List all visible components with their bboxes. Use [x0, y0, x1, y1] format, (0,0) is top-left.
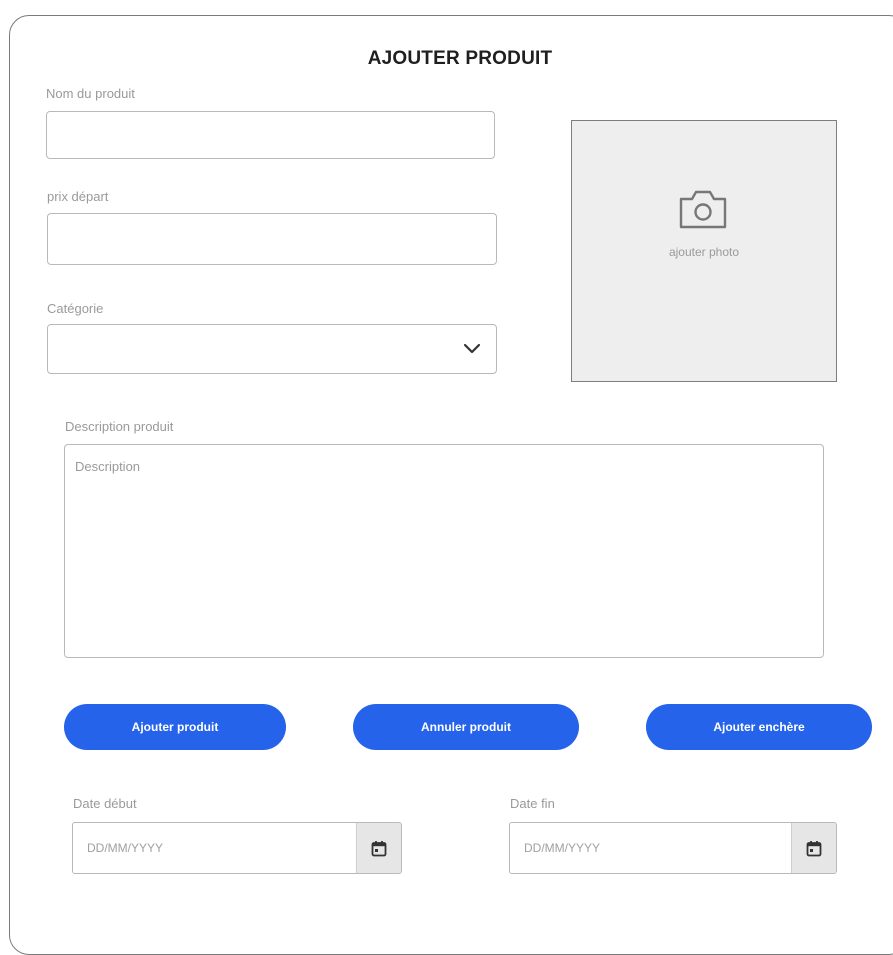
start-price-label: prix départ	[47, 189, 109, 204]
add-product-button[interactable]: Ajouter produit	[64, 704, 286, 750]
calendar-icon	[371, 840, 387, 856]
category-label: Catégorie	[47, 301, 104, 316]
end-date-label: Date fin	[510, 796, 555, 811]
add-auction-button[interactable]: Ajouter enchère	[646, 704, 872, 750]
product-name-label: Nom du produit	[46, 86, 135, 101]
start-date-placeholder: DD/MM/YYYY	[87, 841, 164, 855]
cancel-product-button[interactable]: Annuler produit	[353, 704, 579, 750]
description-placeholder: Description	[75, 459, 141, 474]
start-date-label: Date début	[73, 796, 137, 811]
product-name-input[interactable]	[46, 111, 495, 159]
category-select[interactable]	[47, 324, 497, 374]
start-price-input[interactable]	[47, 213, 497, 265]
end-date-placeholder: DD/MM/YYYY	[524, 841, 601, 855]
end-date-calendar-button[interactable]	[791, 823, 836, 873]
chevron-down-icon	[463, 343, 481, 354]
page-title: AJOUTER PRODUIT	[367, 48, 553, 69]
end-date-input[interactable]: DD/MM/YYYY	[509, 822, 837, 874]
add-photo-area[interactable]: ajouter photo	[571, 120, 837, 382]
calendar-icon	[806, 840, 822, 856]
description-label: Description produit	[65, 419, 174, 434]
start-date-calendar-button[interactable]	[356, 823, 401, 873]
description-textarea[interactable]: Description	[64, 444, 824, 658]
start-date-input[interactable]: DD/MM/YYYY	[72, 822, 402, 874]
add-photo-label: ajouter photo	[668, 245, 740, 259]
camera-icon	[679, 190, 727, 229]
